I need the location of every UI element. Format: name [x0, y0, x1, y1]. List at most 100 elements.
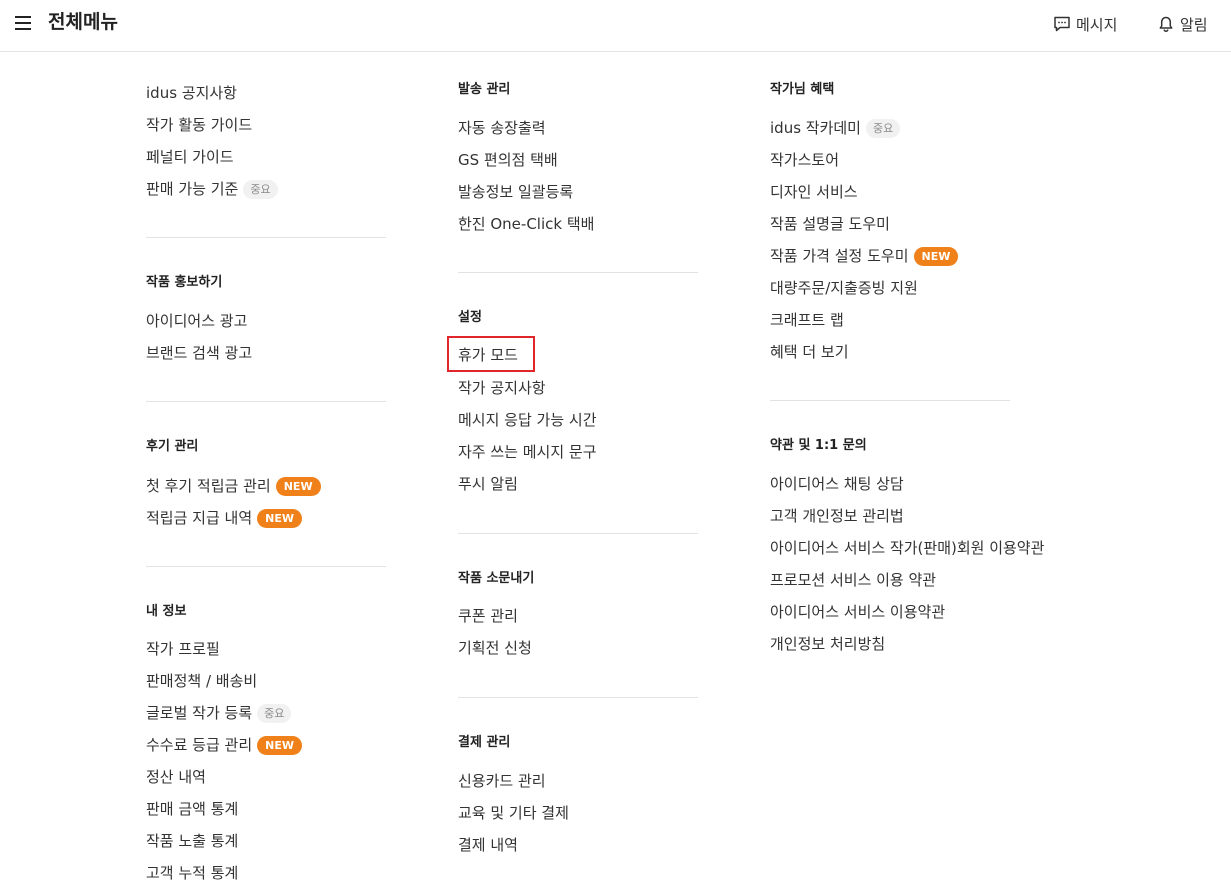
menu-item-label: 메시지 응답 가능 시간 — [458, 411, 597, 429]
menu-item-auto-invoice[interactable]: 자동 송장출력 — [458, 118, 546, 138]
menu-item-fee-grade[interactable]: 수수료 등급 관리 NEW — [146, 735, 302, 755]
menu-item-label: 고객 누적 통계 — [146, 864, 239, 882]
menu-item-academy[interactable]: idus 작카데미 중요 — [770, 118, 901, 138]
menu-item-label: idus 공지사항 — [146, 84, 237, 102]
menu-item-description-helper[interactable]: 작품 설명글 도우미 — [770, 214, 890, 234]
menu-item-sales-criteria[interactable]: 판매 가능 기준 중요 — [146, 179, 278, 199]
menu-item-label: 첫 후기 적립금 관리 — [146, 477, 271, 495]
bell-icon — [1159, 16, 1173, 33]
alert-label: 알림 — [1180, 15, 1208, 34]
menu-item-label: 작품 노출 통계 — [146, 832, 239, 850]
menu-item-vacation-mode[interactable]: 휴가 모드 — [458, 345, 518, 365]
menu-item-privacy-law[interactable]: 고객 개인정보 관리법 — [770, 506, 904, 526]
menu-item-artist-notice[interactable]: 작가 공지사항 — [458, 378, 546, 398]
menu-item-saved-messages[interactable]: 자주 쓰는 메시지 문구 — [458, 442, 597, 462]
important-badge: 중요 — [243, 179, 278, 199]
menu-item-gs-delivery[interactable]: GS 편의점 택배 — [458, 150, 558, 170]
menu-item-label: 판매 가능 기준 — [146, 180, 239, 198]
section-title-promo: 작품 홍보하기 — [146, 275, 223, 290]
new-badge: NEW — [257, 735, 302, 755]
menu-item-price-helper[interactable]: 작품 가격 설정 도우미 NEW — [770, 246, 959, 266]
section-divider — [458, 272, 698, 273]
menu-item-brand-search-ad[interactable]: 브랜드 검색 광고 — [146, 343, 252, 363]
menu-item-label: 작가 활동 가이드 — [146, 116, 253, 134]
section-title-settings: 설정 — [458, 310, 482, 325]
section-divider — [146, 566, 386, 567]
menu-item-push-alert[interactable]: 푸시 알림 — [458, 474, 518, 494]
menu-item-more-benefits[interactable]: 혜택 더 보기 — [770, 342, 849, 362]
menu-item-label: 수수료 등급 관리 — [146, 736, 253, 754]
menu-item-bulk-shipping[interactable]: 발송정보 일괄등록 — [458, 182, 573, 202]
menu-item-credit-card[interactable]: 신용카드 관리 — [458, 771, 546, 791]
section-title-marketing: 작품 소문내기 — [458, 571, 535, 586]
menu-item-design-service[interactable]: 디자인 서비스 — [770, 182, 858, 202]
hamburger-menu-icon[interactable] — [15, 16, 31, 30]
menu-item-idus-notice[interactable]: idus 공지사항 — [146, 83, 237, 103]
menu-item-artist-guide[interactable]: 작가 활동 가이드 — [146, 115, 252, 135]
menu-item-craft-lab[interactable]: 크래프트 랩 — [770, 310, 844, 330]
menu-item-sales-policy[interactable]: 판매정책 / 배송비 — [146, 671, 257, 691]
important-badge: 중요 — [257, 703, 292, 723]
menu-item-customer-stats[interactable]: 고객 누적 통계 — [146, 863, 238, 883]
menu-item-label: 한진 One-Click 택배 — [458, 215, 595, 233]
menu-item-exposure-stats[interactable]: 작품 노출 통계 — [146, 831, 238, 851]
section-divider — [458, 697, 698, 698]
menu-item-label: 신용카드 관리 — [458, 772, 546, 790]
section-title-shipping: 발송 관리 — [458, 82, 511, 97]
menu-item-promotion-terms[interactable]: 프로모션 서비스 이용 약관 — [770, 570, 936, 590]
message-label: 메시지 — [1076, 15, 1118, 34]
menu-item-label: 디자인 서비스 — [770, 183, 858, 201]
new-badge: NEW — [913, 246, 959, 266]
menu-item-message-hours[interactable]: 메시지 응답 가능 시간 — [458, 410, 597, 430]
menu-item-label: 교육 및 기타 결제 — [458, 804, 569, 822]
menu-item-penalty-guide[interactable]: 페널티 가이드 — [146, 147, 234, 167]
menu-item-label: 작품 가격 설정 도우미 — [770, 247, 909, 265]
menu-item-label: 아이디어스 광고 — [146, 312, 248, 330]
menu-item-reward-history[interactable]: 적립금 지급 내역 NEW — [146, 508, 302, 528]
menu-item-label: 아이디어스 채팅 상담 — [770, 475, 904, 493]
menu-item-settlement[interactable]: 정산 내역 — [146, 767, 206, 787]
menu-item-label: 작가 공지사항 — [458, 379, 546, 397]
menu-item-exhibition[interactable]: 기획전 신청 — [458, 638, 532, 658]
menu-item-label: 혜택 더 보기 — [770, 343, 849, 361]
menu-item-global-artist[interactable]: 글로벌 작가 등록 중요 — [146, 703, 292, 723]
menu-item-label: 글로벌 작가 등록 — [146, 704, 253, 722]
menu-item-chat-consult[interactable]: 아이디어스 채팅 상담 — [770, 474, 904, 494]
section-title-review: 후기 관리 — [146, 439, 199, 454]
menu-item-bulk-order[interactable]: 대량주문/지출증빙 지원 — [770, 278, 918, 298]
menu-item-ideas-ad[interactable]: 아이디어스 광고 — [146, 311, 247, 331]
menu-item-artist-terms[interactable]: 아이디어스 서비스 작가(판매)회원 이용약관 — [770, 538, 1044, 558]
message-icon — [1054, 16, 1070, 32]
top-header: 전체메뉴 메시지 알림 — [0, 0, 1231, 52]
menu-item-service-terms[interactable]: 아이디어스 서비스 이용약관 — [770, 602, 945, 622]
new-badge: NEW — [275, 476, 321, 496]
menu-item-artist-profile[interactable]: 작가 프로필 — [146, 639, 220, 659]
alert-button[interactable]: 알림 — [1157, 12, 1208, 36]
menu-item-artist-store[interactable]: 작가스토어 — [770, 150, 839, 170]
menu-item-label: 자동 송장출력 — [458, 119, 546, 137]
menu-item-label: 정산 내역 — [146, 768, 206, 786]
menu-item-label: 판매정책 / 배송비 — [146, 672, 258, 690]
menu-item-label: GS 편의점 택배 — [458, 151, 558, 169]
important-badge: 중요 — [865, 118, 901, 138]
menu-item-first-review-reward[interactable]: 첫 후기 적립금 관리 NEW — [146, 476, 321, 496]
section-divider — [146, 237, 386, 238]
menu-item-label: 판매 금액 통계 — [146, 800, 239, 818]
menu-item-payment-history[interactable]: 결제 내역 — [458, 835, 518, 855]
menu-item-label: 발송정보 일괄등록 — [458, 183, 574, 201]
section-title-my-info: 내 정보 — [146, 604, 187, 619]
menu-item-education-payment[interactable]: 교육 및 기타 결제 — [458, 803, 569, 823]
menu-item-label: 작가스토어 — [770, 151, 840, 169]
menu-item-privacy-policy[interactable]: 개인정보 처리방침 — [770, 634, 885, 654]
menu-item-label: idus 작카데미 — [770, 119, 861, 137]
menu-item-label: 대량주문/지출증빙 지원 — [770, 279, 918, 297]
section-divider — [146, 401, 386, 402]
menu-item-label: 아이디어스 서비스 작가(판매)회원 이용약관 — [770, 539, 1045, 557]
menu-item-label: 푸시 알림 — [458, 475, 518, 493]
message-button[interactable]: 메시지 — [1053, 12, 1117, 36]
menu-item-sales-stats[interactable]: 판매 금액 통계 — [146, 799, 238, 819]
menu-item-label: 개인정보 처리방침 — [770, 635, 886, 653]
section-title-terms: 약관 및 1:1 문의 — [770, 438, 867, 453]
menu-item-coupon[interactable]: 쿠폰 관리 — [458, 606, 518, 626]
menu-item-hanjin-delivery[interactable]: 한진 One-Click 택배 — [458, 214, 594, 234]
